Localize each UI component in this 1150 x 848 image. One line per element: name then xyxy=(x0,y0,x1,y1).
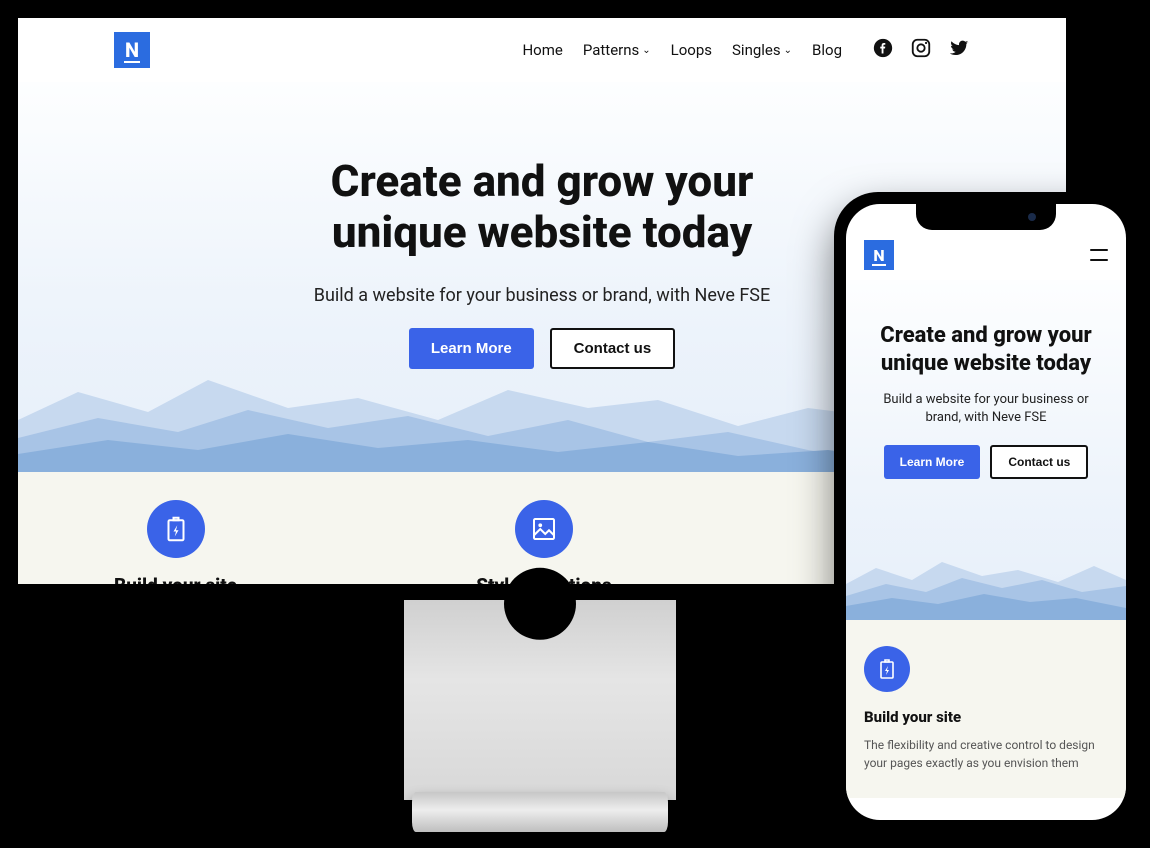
hero-title-m-line2: unique website today xyxy=(881,351,1091,376)
hero-sub-m-l1: Build a website for your business or xyxy=(883,392,1088,407)
hero-sub-m-l2: brand, with Neve FSE xyxy=(925,410,1046,425)
twitter-icon[interactable] xyxy=(948,37,970,63)
hero-title-line1: Create and grow your xyxy=(331,155,754,207)
main-nav: Home Patterns⌄ Loops Singles⌄ Blog xyxy=(522,37,970,63)
mobile-cta-group: Learn More Contact us xyxy=(864,445,1108,479)
hamburger-menu-icon[interactable] xyxy=(1090,249,1108,261)
hero-subtitle-mobile: Build a website for your business or bra… xyxy=(864,391,1108,427)
battery-bolt-icon xyxy=(147,500,205,558)
nav-home[interactable]: Home xyxy=(522,41,562,59)
nav-patterns-label: Patterns xyxy=(583,41,639,59)
instagram-icon[interactable] xyxy=(910,37,932,63)
monitor-stand-base xyxy=(412,792,668,832)
hero-title-m-line1: Create and grow your xyxy=(880,323,1091,348)
phone-device: N Create and grow your unique website to… xyxy=(834,192,1138,832)
mountains-illustration-mobile xyxy=(846,530,1126,620)
site-logo-mobile[interactable]: N xyxy=(864,240,894,270)
nav-loops[interactable]: Loops xyxy=(671,41,712,59)
contact-us-button-mobile[interactable]: Contact us xyxy=(990,445,1088,479)
hero-title-mobile: Create and grow your unique website toda… xyxy=(864,322,1108,377)
phone-notch xyxy=(916,204,1056,230)
hero-title-line2: unique website today xyxy=(332,206,752,258)
site-logo[interactable]: N xyxy=(114,32,150,68)
nav-blog[interactable]: Blog xyxy=(812,41,842,59)
nav-patterns[interactable]: Patterns⌄ xyxy=(583,41,651,59)
monitor-stand-neck xyxy=(404,600,676,800)
mobile-viewport: N Create and grow your unique website to… xyxy=(846,204,1126,820)
chevron-down-icon: ⌄ xyxy=(642,45,650,56)
mobile-feature-build: Build your site The flexibility and crea… xyxy=(846,620,1126,798)
facebook-icon[interactable] xyxy=(872,37,894,63)
nav-singles-label: Singles xyxy=(732,41,781,59)
mobile-feature-desc: The flexibility and creative control to … xyxy=(864,736,1108,772)
chevron-down-icon: ⌄ xyxy=(784,45,792,56)
desktop-header: N Home Patterns⌄ Loops Singles⌄ Blog xyxy=(18,18,1066,82)
battery-bolt-icon-mobile xyxy=(864,646,910,692)
feature-build-title: Build your site xyxy=(114,574,237,584)
social-links xyxy=(872,37,970,63)
nav-singles[interactable]: Singles⌄ xyxy=(732,41,792,59)
mobile-hero: Create and grow your unique website toda… xyxy=(846,280,1126,620)
mobile-feature-title: Build your site xyxy=(864,708,1108,726)
feature-build: Build your site xyxy=(114,500,237,584)
learn-more-button-mobile[interactable]: Learn More xyxy=(884,445,981,479)
image-icon xyxy=(515,500,573,558)
